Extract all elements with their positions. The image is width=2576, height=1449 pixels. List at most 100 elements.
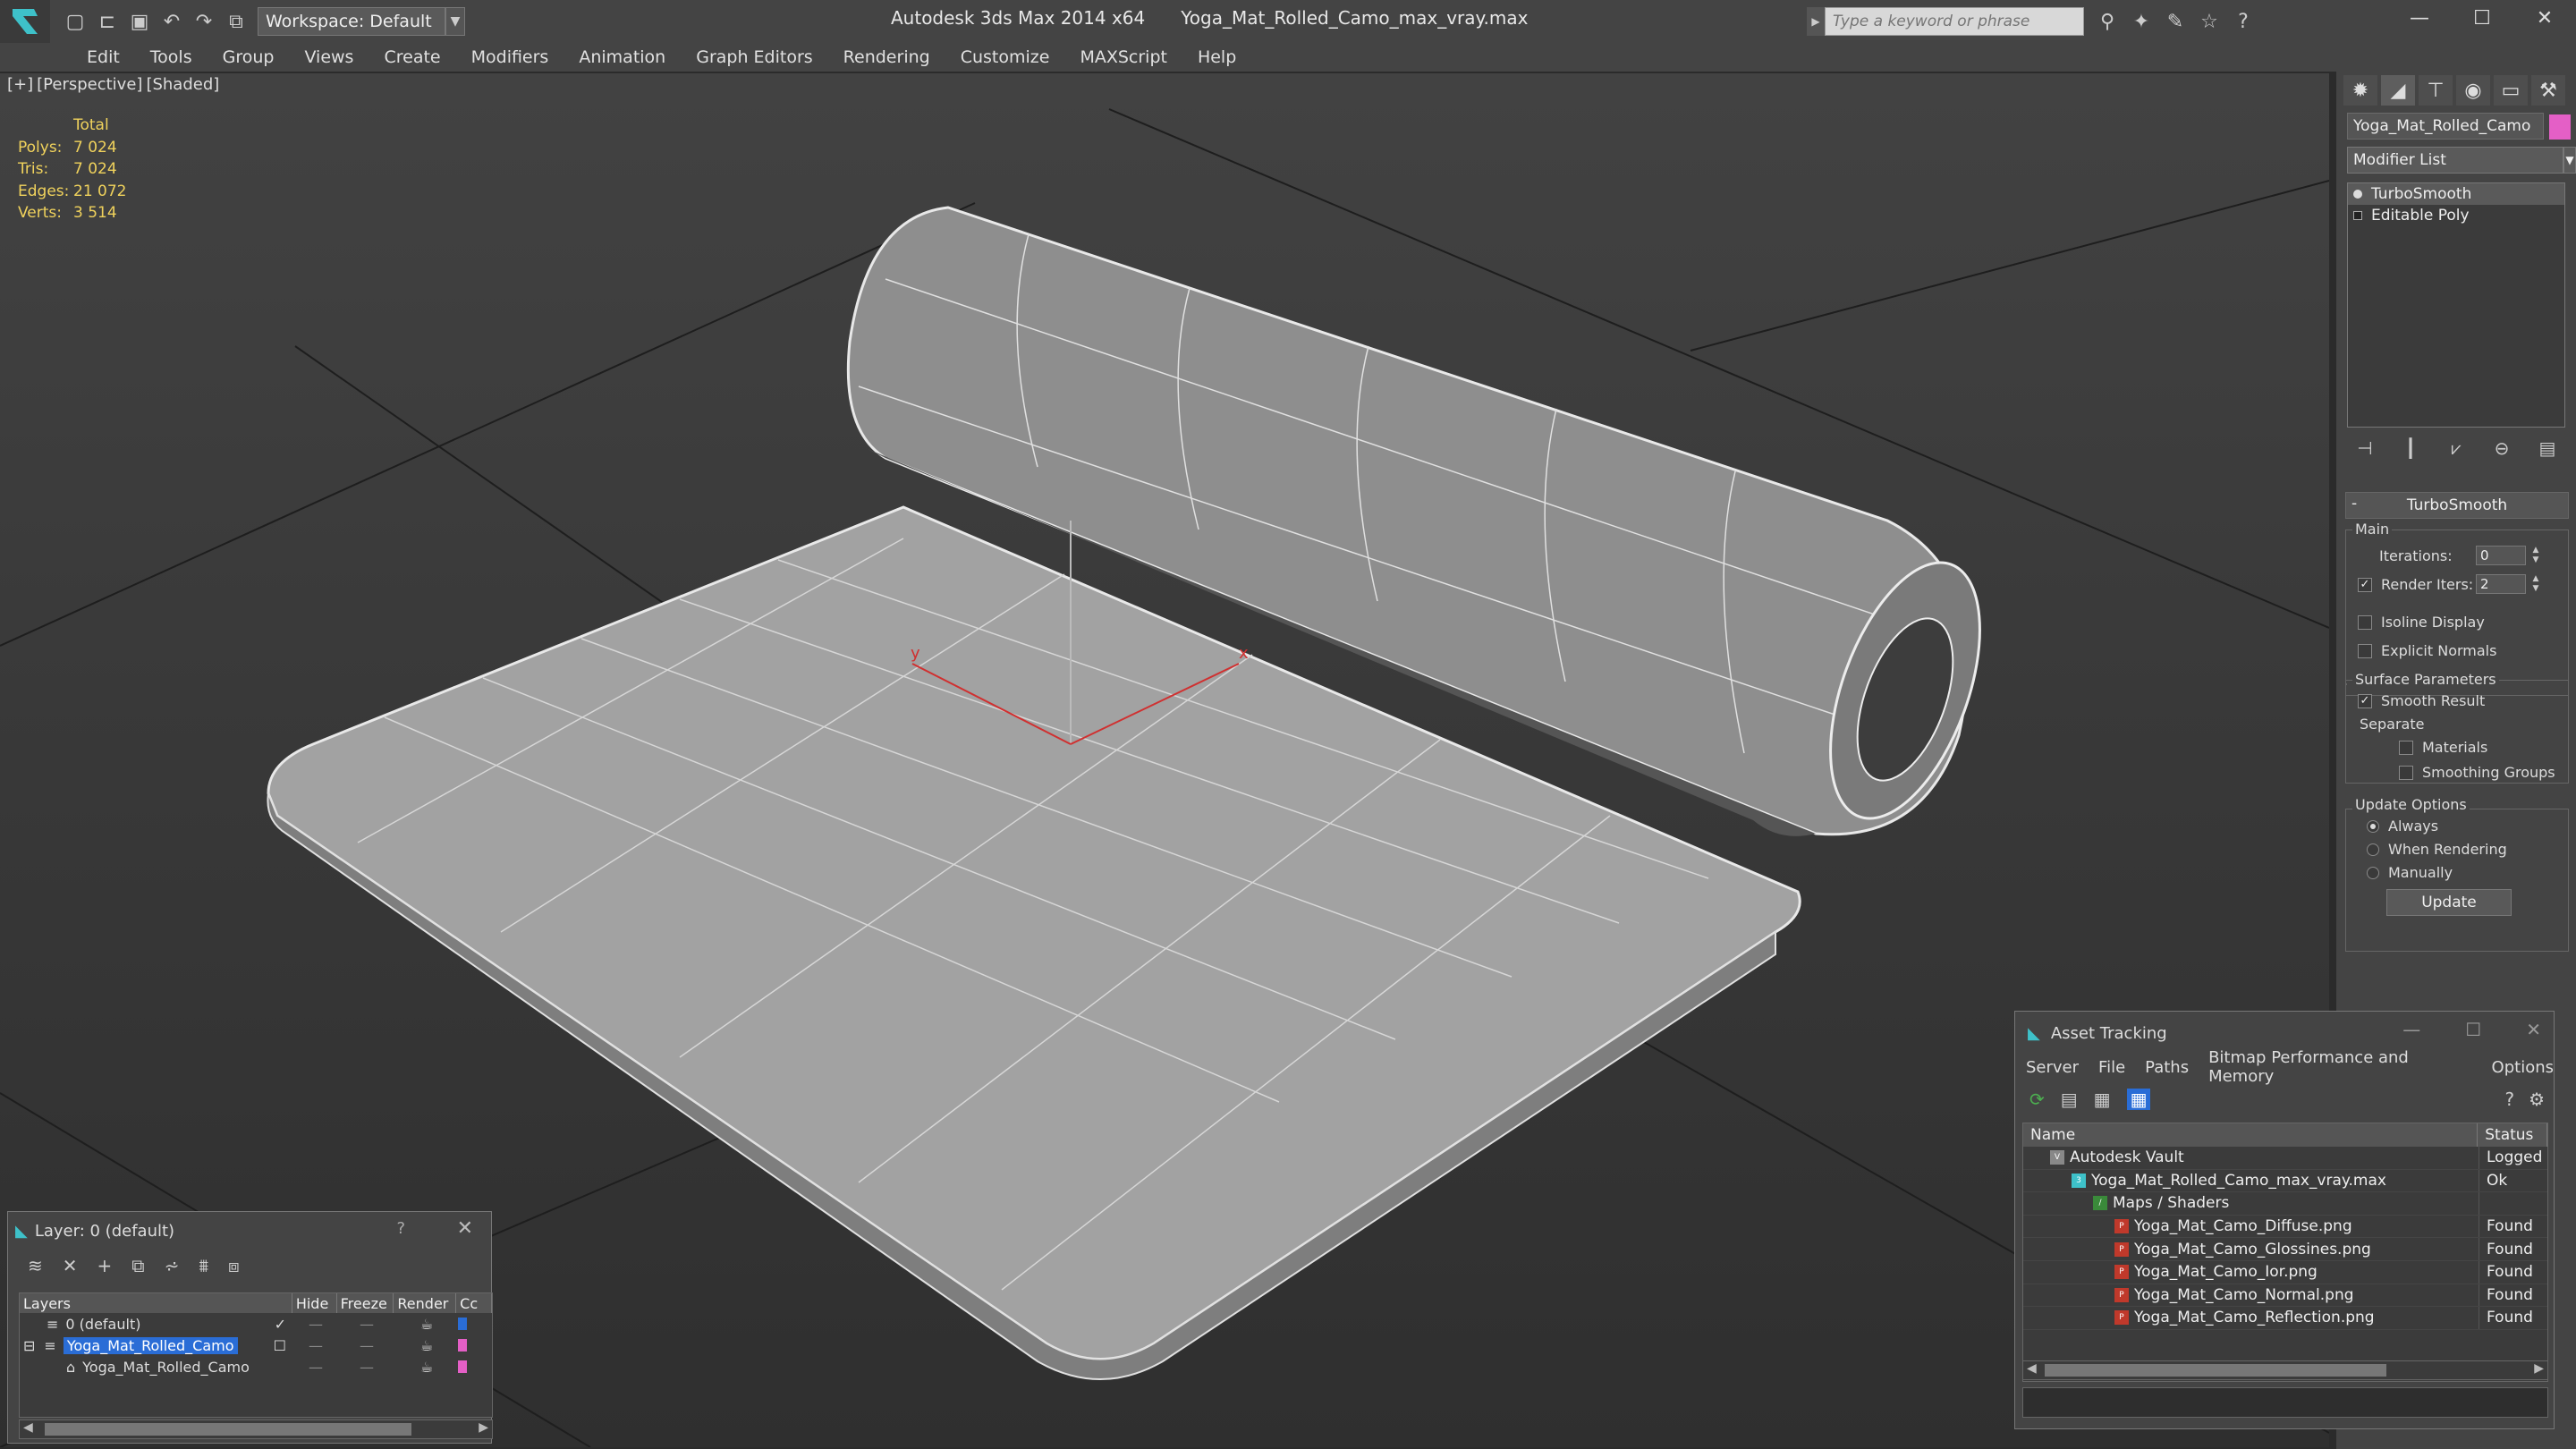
layer-hscrollbar[interactable]: ◀ ▶ <box>19 1419 493 1439</box>
asset-menu-paths[interactable]: Paths <box>2145 1058 2189 1077</box>
checkbox-checked-icon[interactable]: ✓ <box>2358 693 2372 708</box>
hide-toggle[interactable]: — <box>293 1337 338 1354</box>
asset-hscrollbar[interactable]: ◀ ▶ <box>2022 1360 2548 1380</box>
active-check-icon[interactable]: ✓ <box>275 1316 286 1333</box>
add-selection-icon[interactable]: ⩫ <box>165 1255 180 1276</box>
radio-icon[interactable] <box>2367 843 2379 856</box>
layers-icon[interactable]: ≋ <box>28 1255 43 1276</box>
undo-icon[interactable]: ↶ <box>157 7 186 36</box>
freeze-toggle[interactable]: — <box>338 1316 395 1333</box>
checkbox-icon[interactable] <box>2399 765 2413 780</box>
workspace-dropdown-icon[interactable]: ▼ <box>445 7 465 36</box>
smoothing-groups-toggle[interactable]: Smoothing Groups <box>2399 764 2555 781</box>
asset-row[interactable]: V Autodesk Vault Logged <box>2023 1147 2547 1170</box>
list-view-icon[interactable]: ▤ <box>2061 1089 2078 1110</box>
update-button[interactable]: Update <box>2386 889 2512 916</box>
open-file-icon[interactable]: ⊏ <box>93 7 122 36</box>
search-input[interactable] <box>1825 7 2084 36</box>
hide-toggle[interactable]: — <box>293 1316 338 1333</box>
motion-tab-icon[interactable]: ◉ <box>2456 75 2490 106</box>
modifier-list-dropdown[interactable]: Modifier List <box>2347 147 2563 174</box>
collapse-icon[interactable]: ⊟ <box>23 1337 35 1354</box>
favorites-star-icon[interactable]: ☆ <box>2197 9 2222 34</box>
radio-selected-icon[interactable] <box>2367 819 2379 833</box>
menu-tools[interactable]: Tools <box>135 47 208 67</box>
asset-row[interactable]: P Yoga_Mat_Camo_Ior.png Found <box>2023 1260 2547 1284</box>
close-icon[interactable]: ✕ <box>457 1217 473 1240</box>
asset-tracking-titlebar[interactable]: ◣ Asset Tracking — ☐ ✕ <box>2015 1012 2554 1055</box>
close-icon[interactable]: ✕ <box>2526 1019 2541 1040</box>
menu-animation[interactable]: Animation <box>564 47 681 67</box>
asset-row[interactable]: P Yoga_Mat_Camo_Diffuse.png Found <box>2023 1215 2547 1239</box>
teapot-render-icon[interactable]: ☕ <box>395 1316 458 1333</box>
asset-menu-file[interactable]: File <box>2098 1058 2125 1077</box>
select-objects-icon[interactable]: ⧉ <box>131 1255 144 1276</box>
pin-stack-icon[interactable]: ⊣ <box>2351 435 2379 462</box>
asset-row[interactable]: P Yoga_Mat_Camo_Reflection.png Found <box>2023 1307 2547 1330</box>
help-icon[interactable]: ? <box>396 1219 405 1238</box>
spinner-arrows-icon[interactable]: ▲ ▼ <box>2529 574 2542 594</box>
scroll-left-icon[interactable]: ◀ <box>2027 1361 2037 1376</box>
expand-icon[interactable] <box>2353 211 2362 220</box>
menu-graph-editors[interactable]: Graph Editors <box>681 47 827 67</box>
col-render[interactable]: Render <box>394 1293 457 1313</box>
freeze-toggle[interactable]: — <box>338 1337 395 1354</box>
close-icon[interactable]: ✕ <box>2513 0 2576 36</box>
new-file-icon[interactable]: ▢ <box>61 7 89 36</box>
maximize-icon[interactable]: ☐ <box>2465 1019 2481 1040</box>
viewport-shading-label[interactable]: [Shaded] <box>146 75 219 94</box>
add-layer-icon[interactable]: + <box>97 1255 113 1276</box>
maximize-icon[interactable]: ☐ <box>2451 0 2513 36</box>
materials-toggle[interactable]: Materials <box>2399 739 2487 756</box>
app-logo-button[interactable] <box>0 0 50 43</box>
col-color[interactable]: Cc <box>456 1293 493 1313</box>
menu-views[interactable]: Views <box>289 47 369 67</box>
project-folder-icon[interactable]: ⧉ <box>222 7 250 36</box>
stack-item-editable-poly[interactable]: Editable Poly <box>2348 205 2564 226</box>
communication-icon[interactable]: ✎ <box>2163 9 2188 34</box>
layer-row[interactable]: ≡ 0 (default) ✓ — — ☕ <box>20 1313 492 1335</box>
help-icon[interactable]: ? <box>2231 9 2256 34</box>
isoline-display-toggle[interactable]: Isoline Display <box>2358 614 2485 631</box>
menu-rendering[interactable]: Rendering <box>828 47 945 67</box>
remove-modifier-icon[interactable]: ⊖ <box>2487 435 2516 462</box>
layer-dialog-titlebar[interactable]: ◣ Layer: 0 (default) ? ✕ <box>8 1212 491 1250</box>
col-layers[interactable]: Layers <box>20 1293 292 1313</box>
search-expand-icon[interactable]: ▶ <box>1807 7 1825 36</box>
explicit-normals-toggle[interactable]: Explicit Normals <box>2358 642 2496 659</box>
checkbox-icon[interactable] <box>2358 614 2372 630</box>
col-hide[interactable]: Hide <box>292 1293 337 1313</box>
workspace-select[interactable]: Workspace: Default <box>258 7 445 36</box>
scroll-right-icon[interactable]: ▶ <box>2534 1361 2544 1376</box>
menu-help[interactable]: Help <box>1182 47 1251 67</box>
scroll-left-icon[interactable]: ◀ <box>23 1420 33 1435</box>
asset-row[interactable]: 3 Yoga_Mat_Rolled_Camo_max_vray.max Ok <box>2023 1169 2547 1193</box>
redo-icon[interactable]: ↷ <box>190 7 218 36</box>
scroll-thumb[interactable] <box>45 1423 411 1436</box>
show-end-result-icon[interactable]: ┃ <box>2396 435 2425 462</box>
smooth-result-toggle[interactable]: ✓ Smooth Result <box>2358 692 2485 709</box>
checkbox-icon[interactable] <box>2358 643 2372 658</box>
minimize-icon[interactable]: — <box>2402 1019 2420 1040</box>
save-icon[interactable]: ▣ <box>125 7 154 36</box>
hide-all-icon[interactable]: ⧈ <box>228 1255 240 1276</box>
turbosmooth-rollout-header[interactable]: - TurboSmooth <box>2345 492 2569 519</box>
viewport-menu-plus[interactable]: [+] <box>7 75 33 94</box>
configure-sets-icon[interactable]: ▤ <box>2533 435 2562 462</box>
viewport-pov-label[interactable]: [Perspective] <box>37 75 142 94</box>
render-iters-spinner[interactable]: 2 <box>2476 574 2526 594</box>
asset-menu-options[interactable]: Options <box>2492 1058 2554 1077</box>
binoculars-icon[interactable]: ⚲ <box>2095 9 2120 34</box>
update-when-rendering-radio[interactable]: When Rendering <box>2367 841 2507 858</box>
checkbox-icon[interactable]: ☐ <box>274 1337 286 1354</box>
menu-modifiers[interactable]: Modifiers <box>456 47 564 67</box>
col-name[interactable]: Name <box>2023 1123 2479 1147</box>
hide-toggle[interactable]: — <box>293 1359 338 1376</box>
col-freeze[interactable]: Freeze <box>337 1293 394 1313</box>
asset-menu-server[interactable]: Server <box>2026 1058 2079 1077</box>
menu-edit[interactable]: Edit <box>72 47 135 67</box>
asset-path-field[interactable] <box>2022 1387 2548 1418</box>
display-tab-icon[interactable]: ▭ <box>2494 75 2528 106</box>
subscription-icon[interactable]: ✦ <box>2129 9 2154 34</box>
layer-row[interactable]: ⌂ Yoga_Mat_Rolled_Camo — — ☕ <box>20 1356 492 1377</box>
